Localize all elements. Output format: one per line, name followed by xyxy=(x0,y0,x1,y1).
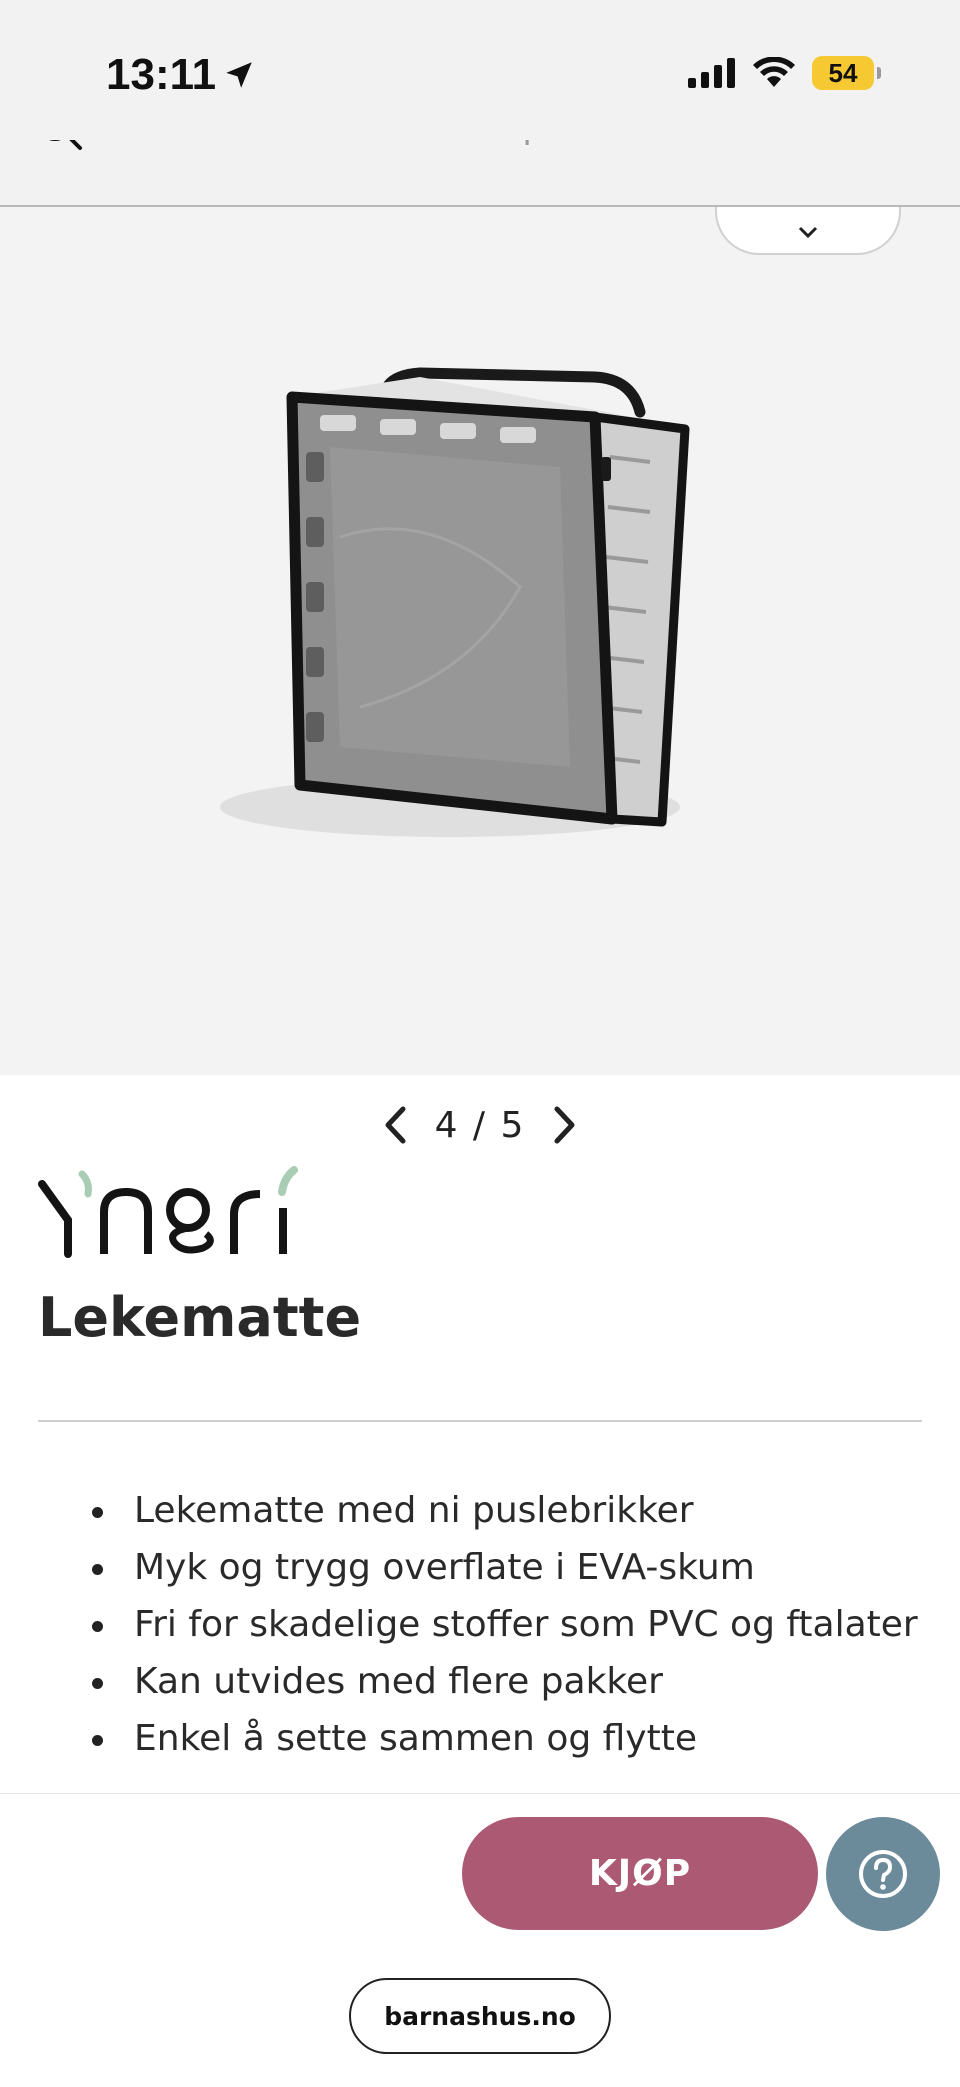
buy-button[interactable]: KJØP xyxy=(462,1817,818,1930)
cellular-signal-icon xyxy=(688,58,735,88)
feature-item: Lekematte med ni puslebrikker xyxy=(92,1482,920,1539)
bottom-action-bar: KJØP barnashus.no xyxy=(0,1793,960,2087)
product-features: Lekematte med ni puslebrikker Myk og try… xyxy=(0,1482,960,1792)
status-bar: 13:11 54 xyxy=(0,0,960,140)
chevron-down-icon[interactable] xyxy=(797,225,819,239)
battery-level: 54 xyxy=(828,57,858,88)
yngri-logo[interactable] xyxy=(38,1162,298,1262)
feature-list: Lekematte med ni puslebrikker Myk og try… xyxy=(0,1482,960,1767)
product-title: Lekematte xyxy=(38,1286,362,1349)
chevron-right-icon[interactable] xyxy=(553,1105,577,1145)
location-arrow-icon xyxy=(226,62,252,88)
status-indicators: 54 xyxy=(688,56,881,90)
gallery-pager: 4 / 5 xyxy=(0,1102,960,1148)
time-text: 13:11 xyxy=(106,50,217,99)
help-button[interactable] xyxy=(826,1817,940,1931)
wifi-icon xyxy=(753,57,795,87)
feature-item: Fri for skadelige stoffer som PVC og fta… xyxy=(92,1596,920,1653)
gallery-total: 5 xyxy=(500,1104,526,1146)
gallery-next-button[interactable] xyxy=(545,1102,585,1148)
product-image xyxy=(220,367,690,837)
battery-icon: 54 xyxy=(812,56,881,90)
status-time: 13:11 xyxy=(106,50,256,100)
product-image-area xyxy=(0,207,960,1075)
section-divider xyxy=(38,1420,922,1422)
gallery-current: 4 xyxy=(434,1104,460,1146)
feature-item: Enkel å sette sammen og flytte xyxy=(92,1710,920,1767)
gallery-prev-button[interactable] xyxy=(375,1102,415,1148)
browser-url[interactable]: barnashus.no xyxy=(384,2002,576,2031)
gallery-separator: / xyxy=(472,1104,488,1146)
chevron-left-icon[interactable] xyxy=(383,1105,407,1145)
question-circle-icon[interactable] xyxy=(857,1848,909,1900)
brand-logo[interactable] xyxy=(38,1162,298,1266)
gallery-counter: 4 / 5 xyxy=(435,1105,526,1146)
variant-selector[interactable] xyxy=(715,207,901,255)
feature-item: Kan utvides med flere pakker xyxy=(92,1653,920,1710)
feature-item: Myk og trygg overflate i EVA-skum xyxy=(92,1539,920,1596)
browser-url-pill[interactable]: barnashus.no xyxy=(349,1978,611,2054)
